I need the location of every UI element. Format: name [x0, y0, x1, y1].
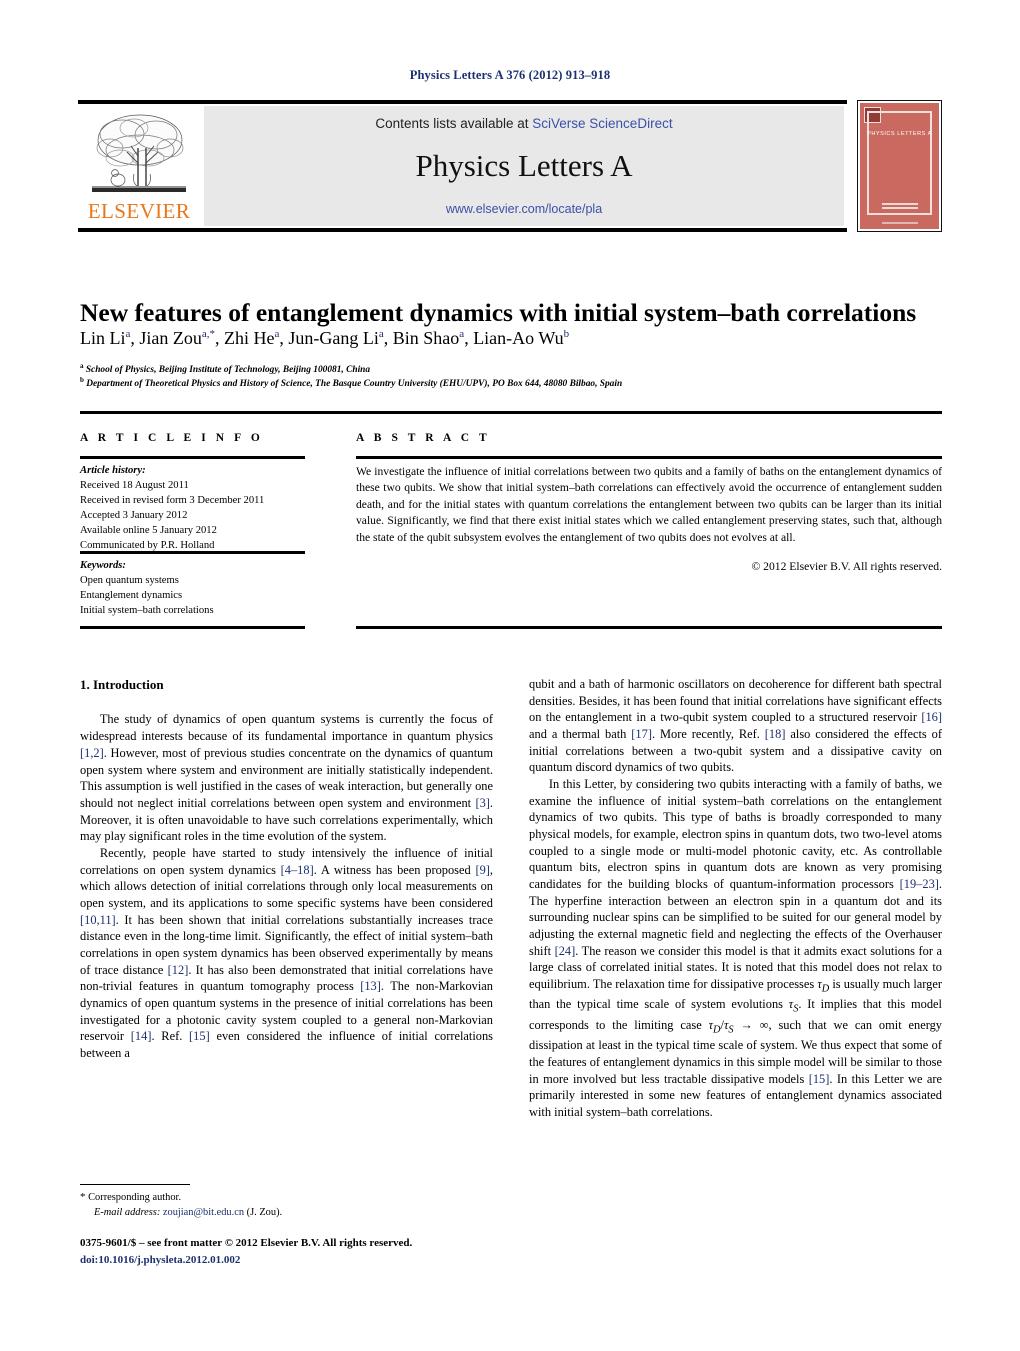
- cover-frame: [867, 111, 932, 215]
- history-item: Accepted 3 January 2012: [80, 510, 188, 522]
- email-link[interactable]: zoujian@bit.edu.cn: [163, 1207, 244, 1218]
- elsevier-logo: ELSEVIER: [80, 106, 198, 226]
- cover-text-block: [882, 203, 918, 205]
- abstract-heading: A B S T R A C T: [356, 432, 491, 444]
- history-item: Received in revised form 3 December 2011: [80, 495, 265, 507]
- info-block-top-rule: [80, 411, 942, 414]
- issn-copyright-line: 0375-9601/$ – see front matter © 2012 El…: [80, 1237, 413, 1249]
- history-item: Received 18 August 2011: [80, 480, 189, 492]
- paragraph: The study of dynamics of open quantum sy…: [80, 712, 493, 844]
- journal-masthead: ELSEVIER Contents lists available at Sci…: [78, 100, 942, 232]
- corresponding-author-note: * Corresponding author.: [80, 1189, 493, 1205]
- running-head: Physics Letters A 376 (2012) 913–918: [409, 68, 611, 82]
- body-column-left: 1. Introduction The study of dynamics of…: [80, 676, 493, 1062]
- page-title: New features of entanglement dynamics wi…: [80, 298, 917, 328]
- elsevier-tree-icon: [92, 114, 186, 192]
- article-history-label: Article history:: [80, 465, 146, 476]
- abstract-text: We investigate the influence of initial …: [356, 465, 942, 544]
- paragraph: Recently, people have started to study i…: [80, 845, 494, 1060]
- sciencedirect-link[interactable]: SciVerse ScienceDirect: [532, 116, 672, 131]
- cover-text-block: [882, 207, 918, 209]
- email-note: E-mail address: zoujian@bit.edu.cn (J. Z…: [80, 1205, 493, 1220]
- article-info-rule: [80, 456, 305, 459]
- paper-page: Physics Letters A 376 (2012) 913–918 ELS…: [0, 0, 1020, 1351]
- abstract-rule: [356, 456, 942, 459]
- email-owner: (J. Zou).: [246, 1207, 283, 1219]
- copyright-line: © 2012 Elsevier B.V. All rights reserved…: [751, 560, 942, 573]
- journal-banner: Contents lists available at SciVerse Sci…: [204, 106, 844, 226]
- elsevier-wordmark: ELSEVIER: [87, 199, 191, 223]
- cover-title: PHYSICS LETTERS A: [867, 131, 932, 137]
- paragraph: In this Letter, by considering two qubit…: [529, 777, 942, 1119]
- imprint-block: 0375-9601/$ – see front matter © 2012 El…: [80, 1235, 580, 1268]
- footnote-block: * Corresponding author. E-mail address: …: [80, 1189, 493, 1220]
- keyword-item: Entanglement dynamics: [80, 590, 183, 602]
- contents-prefix: Contents lists available at: [375, 116, 533, 131]
- keywords-label: Keywords:: [80, 560, 126, 571]
- cover-text-block: [882, 222, 918, 224]
- article-history: Article history: Received 18 August 2011…: [80, 463, 320, 553]
- cover-background: PHYSICS LETTERS A: [860, 103, 939, 229]
- affiliation-b: b Department of Theoretical Physics and …: [80, 376, 623, 390]
- keyword-item: Initial system–bath correlations: [80, 605, 214, 617]
- footnote-rule: [80, 1184, 190, 1186]
- journal-cover-thumbnail: PHYSICS LETTERS A: [857, 100, 942, 232]
- affiliation-a-text: School of Physics, Beijing Institute of …: [85, 365, 371, 376]
- journal-url-link[interactable]: www.elsevier.com/locate/pla: [204, 202, 844, 216]
- history-item: Available online 5 January 2012: [80, 525, 217, 537]
- keywords-list: Keywords: Open quantum systems Entanglem…: [80, 558, 320, 618]
- doi-link[interactable]: doi:10.1016/j.physleta.2012.01.002: [80, 1252, 580, 1269]
- email-label: E-mail address:: [94, 1207, 161, 1219]
- keywords-top-rule: [80, 551, 305, 554]
- article-info-bottom-rule: [80, 626, 305, 629]
- section-heading-introduction: 1. Introduction: [80, 677, 164, 692]
- masthead-top-rule: [78, 100, 847, 104]
- article-info-heading: A R T I C L E I N F O: [80, 432, 264, 444]
- corresponding-author-marker: *: [80, 1191, 86, 1203]
- keyword-item: Open quantum systems: [80, 575, 179, 587]
- paragraph: qubit and a bath of harmonic oscillators…: [529, 677, 942, 775]
- masthead-bottom-rule: [78, 228, 847, 232]
- corresponding-author-text: Corresponding author.: [88, 1192, 182, 1203]
- journal-title: Physics Letters A: [415, 148, 633, 183]
- affiliation-b-text: Department of Theoretical Physics and Hi…: [86, 379, 623, 390]
- contents-available-line: Contents lists available at SciVerse Sci…: [204, 116, 844, 131]
- body-column-right: qubit and a bath of harmonic oscillators…: [529, 676, 942, 1121]
- author-list: Lin Lia, Jian Zoua,*, Zhi Hea, Jun-Gang …: [80, 328, 570, 348]
- abstract-bottom-rule: [356, 626, 942, 629]
